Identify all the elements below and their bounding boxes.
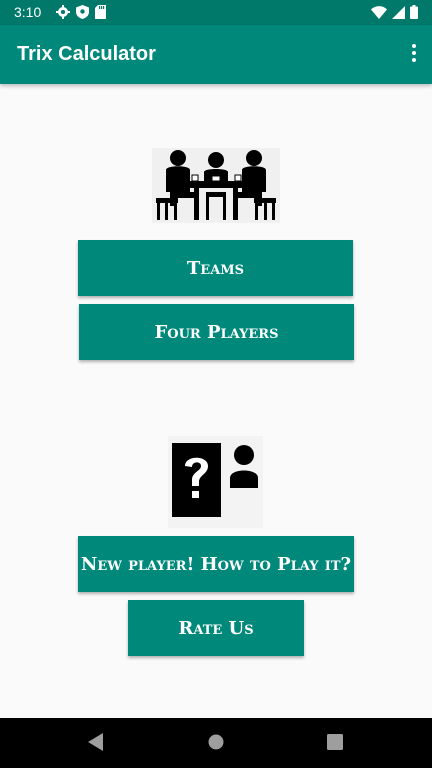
navigation-bar xyxy=(0,718,432,768)
players-at-table-icon xyxy=(152,148,280,223)
app-bar: Trix Calculator xyxy=(0,25,432,84)
back-icon[interactable] xyxy=(88,733,104,751)
signal-icon xyxy=(392,5,405,19)
four-players-button[interactable]: Four Players xyxy=(79,304,354,360)
teams-button[interactable]: Teams xyxy=(78,240,353,296)
status-left-icons xyxy=(56,5,106,19)
gear-icon xyxy=(56,5,70,19)
status-bar: 3:10 xyxy=(0,0,432,25)
question-card-person-icon xyxy=(168,436,263,528)
more-vert-icon[interactable] xyxy=(410,44,418,66)
battery-icon xyxy=(410,5,418,19)
status-time: 3:10 xyxy=(14,4,42,20)
how-to-play-button[interactable]: New player! How to Play it? xyxy=(78,536,354,592)
home-icon[interactable] xyxy=(208,733,224,751)
wifi-icon xyxy=(371,5,387,19)
status-right-icons xyxy=(371,5,418,19)
rate-us-button[interactable]: Rate Us xyxy=(128,600,304,656)
recents-icon[interactable] xyxy=(327,733,343,751)
app-title: Trix Calculator xyxy=(17,43,156,65)
shield-icon xyxy=(76,5,89,19)
sd-card-icon xyxy=(95,5,106,19)
